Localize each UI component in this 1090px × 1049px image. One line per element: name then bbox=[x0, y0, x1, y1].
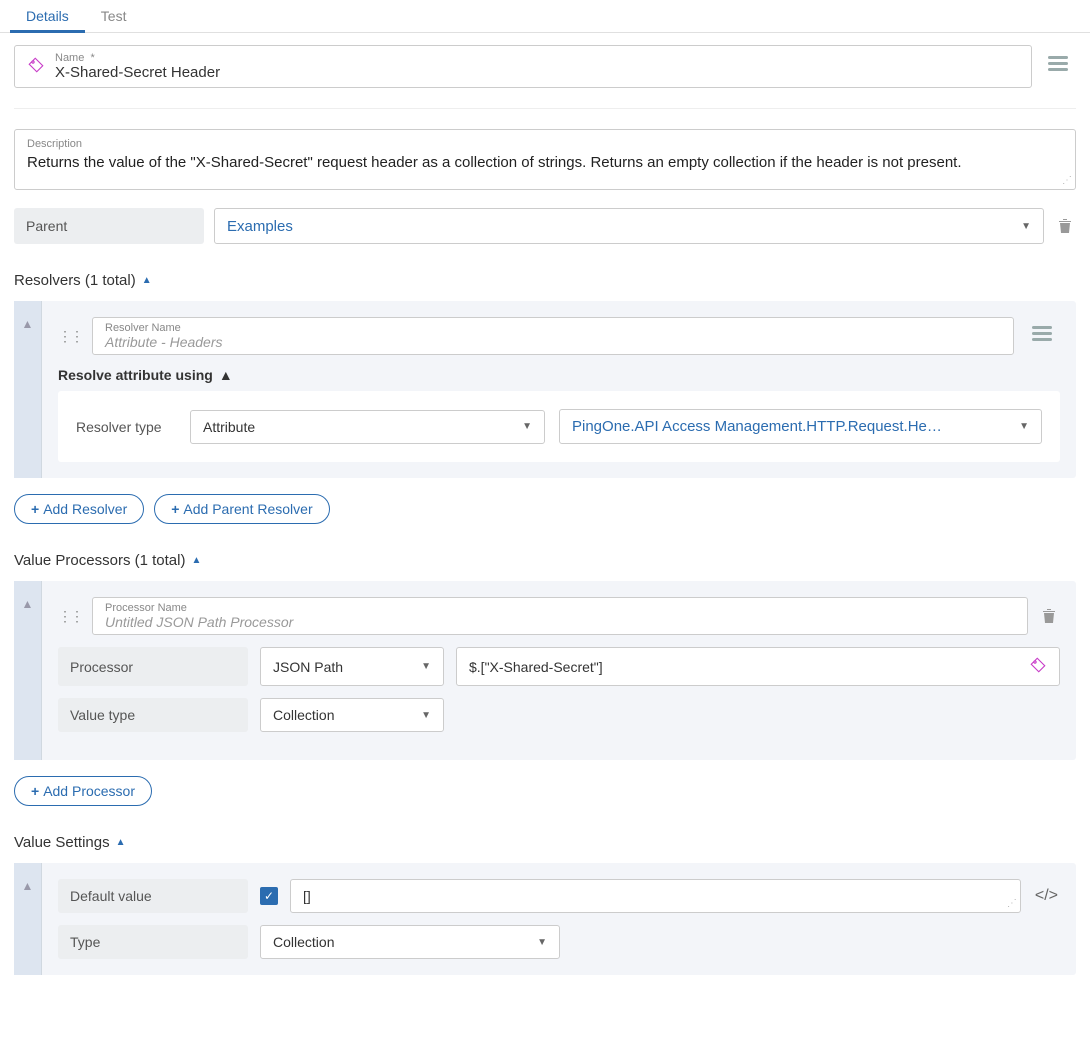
drag-handle-icon[interactable]: ⋮⋮ bbox=[58, 608, 82, 625]
settings-panel: ▲ Default value ✓ [] ⋰ </> Type Collecti… bbox=[14, 863, 1076, 975]
processor-panel: ▲ ⋮⋮ Processor Name Untitled JSON Path P… bbox=[14, 581, 1076, 760]
resolver-name-label: Resolver Name bbox=[105, 322, 1001, 334]
value-settings-header[interactable]: Value Settings ▲ bbox=[14, 834, 1076, 851]
processor-name-input[interactable]: Processor Name Untitled JSON Path Proces… bbox=[92, 597, 1028, 635]
drag-handle-icon[interactable]: ⋮⋮ bbox=[58, 328, 82, 345]
plus-icon: + bbox=[31, 501, 39, 517]
resize-handle-icon: ⋰ bbox=[1007, 898, 1017, 909]
parent-select[interactable]: Examples ▼ bbox=[214, 208, 1044, 244]
chevron-down-icon: ▼ bbox=[1019, 421, 1029, 432]
tag-icon bbox=[1029, 656, 1047, 677]
type-label: Type bbox=[58, 925, 248, 959]
processors-header[interactable]: Value Processors (1 total) ▲ bbox=[14, 552, 1076, 569]
resize-handle-icon: ⋰ bbox=[1062, 175, 1072, 186]
delete-parent-button[interactable] bbox=[1054, 208, 1076, 244]
add-parent-resolver-button[interactable]: +Add Parent Resolver bbox=[154, 494, 329, 524]
jsonpath-input[interactable]: $.["X-Shared-Secret"] bbox=[456, 647, 1060, 686]
delete-processor-button[interactable] bbox=[1038, 600, 1060, 632]
collapse-icon: ▲ bbox=[219, 367, 233, 383]
parent-label: Parent bbox=[14, 208, 204, 244]
add-processor-button[interactable]: +Add Processor bbox=[14, 776, 152, 806]
plus-icon: + bbox=[31, 783, 39, 799]
resolvers-header[interactable]: Resolvers (1 total) ▲ bbox=[14, 272, 1076, 289]
chevron-down-icon: ▼ bbox=[522, 421, 532, 432]
processor-name-label: Processor Name bbox=[105, 602, 1015, 614]
chevron-down-icon: ▼ bbox=[1021, 221, 1031, 232]
resolver-attribute-select[interactable]: PingOne.API Access Management.HTTP.Reque… bbox=[559, 409, 1042, 444]
default-value-label: Default value bbox=[58, 879, 248, 913]
tab-test[interactable]: Test bbox=[85, 0, 143, 32]
name-label: Name * bbox=[55, 52, 220, 64]
panel-collapse[interactable]: ▲ bbox=[14, 581, 42, 760]
chevron-up-icon: ▲ bbox=[22, 597, 34, 611]
tag-icon bbox=[27, 56, 45, 77]
chevron-down-icon: ▼ bbox=[537, 937, 547, 948]
processor-label: Processor bbox=[58, 647, 248, 686]
plus-icon: + bbox=[171, 501, 179, 517]
resolver-name-value: Attribute - Headers bbox=[105, 334, 1001, 350]
name-input[interactable]: Name * X-Shared-Secret Header bbox=[14, 45, 1032, 88]
code-icon[interactable]: </> bbox=[1033, 879, 1060, 913]
type-select[interactable]: Collection ▼ bbox=[260, 925, 560, 959]
chevron-up-icon: ▲ bbox=[22, 879, 34, 893]
resolver-type-label: Resolver type bbox=[76, 419, 176, 435]
resolver-menu-icon[interactable] bbox=[1024, 325, 1060, 348]
name-value: X-Shared-Secret Header bbox=[55, 64, 220, 81]
chevron-up-icon: ▲ bbox=[22, 317, 34, 331]
default-value-checkbox[interactable]: ✓ bbox=[260, 887, 278, 905]
processor-select[interactable]: JSON Path ▼ bbox=[260, 647, 444, 686]
panel-collapse[interactable]: ▲ bbox=[14, 863, 42, 975]
collapse-icon: ▲ bbox=[191, 555, 201, 566]
valuetype-select[interactable]: Collection ▼ bbox=[260, 698, 444, 732]
resolver-name-input[interactable]: Resolver Name Attribute - Headers bbox=[92, 317, 1014, 355]
valuetype-label: Value type bbox=[58, 698, 248, 732]
chevron-down-icon: ▼ bbox=[421, 710, 431, 721]
processor-name-value: Untitled JSON Path Processor bbox=[105, 614, 1015, 630]
tabs: Details Test bbox=[0, 0, 1090, 33]
default-value-input[interactable]: [] ⋰ bbox=[290, 879, 1021, 913]
description-input[interactable]: Description Returns the value of the "X-… bbox=[14, 129, 1076, 190]
collapse-icon: ▲ bbox=[142, 275, 152, 286]
resolve-using-header[interactable]: Resolve attribute using ▲ bbox=[58, 367, 1060, 383]
resolver-panel: ▲ ⋮⋮ Resolver Name Attribute - Headers R… bbox=[14, 301, 1076, 478]
chevron-down-icon: ▼ bbox=[421, 661, 431, 672]
add-resolver-button[interactable]: +Add Resolver bbox=[14, 494, 144, 524]
description-label: Description bbox=[27, 138, 1063, 150]
panel-collapse[interactable]: ▲ bbox=[14, 301, 42, 478]
collapse-icon: ▲ bbox=[116, 837, 126, 848]
tab-details[interactable]: Details bbox=[10, 0, 85, 32]
description-value: Returns the value of the "X-Shared-Secre… bbox=[27, 152, 1063, 173]
resolver-type-select[interactable]: Attribute ▼ bbox=[190, 410, 545, 444]
menu-icon[interactable] bbox=[1040, 55, 1076, 78]
